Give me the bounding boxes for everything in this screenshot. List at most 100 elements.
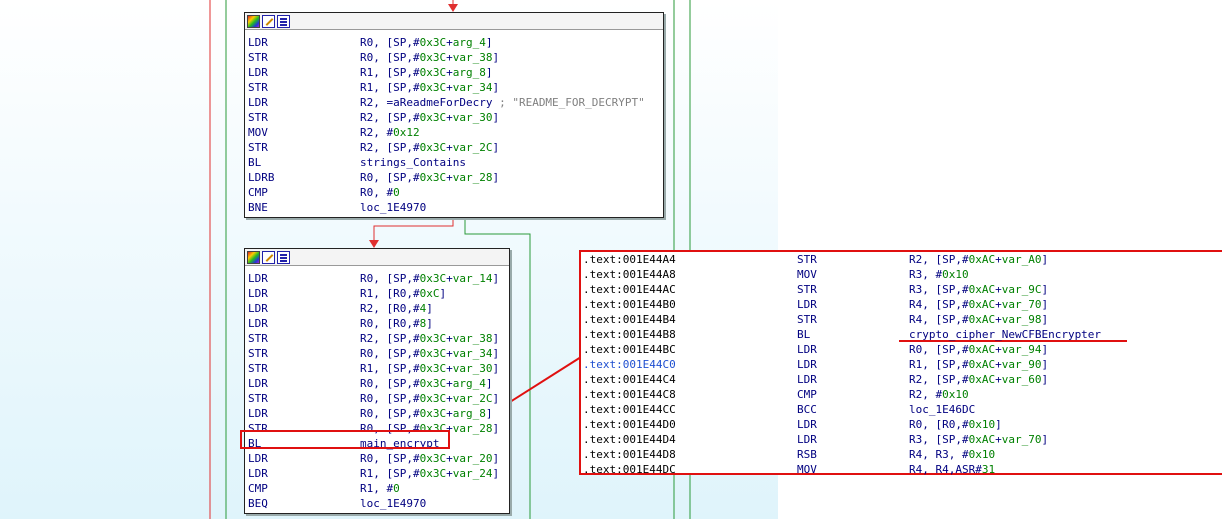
- listing-row[interactable]: .text:001E44C0 LDR R1, [SP,#0xAC+var_90]: [581, 357, 1220, 372]
- instruction-line[interactable]: LDR R2, =aReadmeForDecry ; "README_FOR_DE…: [245, 95, 663, 110]
- operand-token: ]: [492, 452, 500, 465]
- operand-token: R4, R3, #: [909, 448, 969, 461]
- instruction-line[interactable]: STR R0, [SP,#0x3C+var_38]: [245, 50, 663, 65]
- instruction-line[interactable]: LDR R0, [SP,#0x3C+var_20]: [245, 451, 509, 466]
- instruction-line[interactable]: CMP R1, #0: [245, 481, 509, 496]
- operand-token: +: [446, 332, 453, 345]
- edit-icon[interactable]: [262, 250, 275, 264]
- mnemonic: LDR: [797, 358, 817, 371]
- operand-token: ]: [492, 392, 500, 405]
- operand-token: 0x3C: [419, 111, 447, 124]
- operand-token: 0x3C: [419, 347, 447, 360]
- operand-token: var_30: [452, 362, 493, 375]
- listing-row[interactable]: .text:001E44DC MOV R4, R4,ASR#31: [581, 462, 1220, 477]
- operands: R0, [SP,#0x3C+var_28]: [360, 170, 499, 185]
- operand-token: R2, [SP,#: [909, 373, 969, 386]
- instruction-line[interactable]: CMP R0, #0: [245, 185, 663, 200]
- mnemonic: BEQ: [248, 497, 268, 510]
- instruction-line[interactable]: LDR R0, [SP,#0x3C+arg_4]: [245, 376, 509, 391]
- edit-icon[interactable]: [262, 14, 275, 28]
- operand-token: 0x3C: [419, 467, 447, 480]
- operand-token: var_9C: [1001, 283, 1042, 296]
- color-icon[interactable]: [247, 250, 260, 264]
- code-block-1[interactable]: LDR R0, [SP,#0x3C+arg_4] STR R0, [SP,#0x3C+…: [244, 12, 664, 218]
- address: .text:001E44CC: [583, 403, 676, 416]
- operand-token: ]: [492, 467, 500, 480]
- instruction-line[interactable]: LDR R0, [R0,#8]: [245, 316, 509, 331]
- graph-icon[interactable]: [277, 14, 290, 28]
- instruction-line[interactable]: LDRB R0, [SP,#0x3C+var_28]: [245, 170, 663, 185]
- operand-token: +: [995, 433, 1002, 446]
- operands: R2, =aReadmeForDecry ; "README_FOR_DECRY…: [360, 95, 645, 110]
- graph-icon[interactable]: [277, 250, 290, 264]
- listing-row[interactable]: .text:001E44C8 CMP R2, #0x10: [581, 387, 1220, 402]
- instruction-line[interactable]: LDR R0, [SP,#0x3C+arg_8]: [245, 406, 509, 421]
- listing-row[interactable]: .text:001E44A4 STR R2, [SP,#0xAC+var_A0]: [581, 252, 1220, 267]
- instruction-line[interactable]: STR R1, [SP,#0x3C+var_30]: [245, 361, 509, 376]
- operands: R2, [SP,#0xAC+var_A0]: [909, 252, 1048, 267]
- listing-row[interactable]: .text:001E44C4 LDR R2, [SP,#0xAC+var_60]: [581, 372, 1220, 387]
- operand-token: R1, [SP,#: [360, 467, 420, 480]
- listing-row[interactable]: .text:001E44A8 MOV R3, #0x10: [581, 267, 1220, 282]
- color-icon[interactable]: [247, 14, 260, 28]
- operand-token: R2, [SP,#: [360, 141, 420, 154]
- instruction-line[interactable]: STR R2, [SP,#0x3C+var_38]: [245, 331, 509, 346]
- instruction-line[interactable]: LDR R1, [SP,#0x3C+var_24]: [245, 466, 509, 481]
- listing-row[interactable]: .text:001E44D0 LDR R0, [R0,#0x10]: [581, 417, 1220, 432]
- listing-row[interactable]: .text:001E44D4 LDR R3, [SP,#0xAC+var_70]: [581, 432, 1220, 447]
- operands: strings_Contains: [360, 155, 466, 170]
- instruction-line[interactable]: BL strings_Contains: [245, 155, 663, 170]
- mnemonic: STR: [248, 332, 268, 345]
- listing-row[interactable]: .text:001E44AC STR R3, [SP,#0xAC+var_9C]: [581, 282, 1220, 297]
- operand-token: ]: [492, 51, 500, 64]
- mnemonic: BL: [797, 328, 811, 341]
- operand-token: 0x3C: [419, 51, 447, 64]
- instruction-line[interactable]: LDR R1, [SP,#0x3C+arg_8]: [245, 65, 663, 80]
- operand-token: +: [446, 171, 453, 184]
- instruction-line[interactable]: MOV R2, #0x12: [245, 125, 663, 140]
- operand-token: 0x10: [968, 448, 996, 461]
- operand-token: 0x3C: [419, 392, 447, 405]
- listing-row[interactable]: .text:001E44D8 RSB R4, R3, #0x10: [581, 447, 1220, 462]
- instruction-line[interactable]: BNE loc_1E4970: [245, 200, 663, 215]
- operand-token: R0, [SP,#: [360, 377, 420, 390]
- operands: crypto_cipher_NewCFBEncrypter: [909, 327, 1101, 342]
- operand-token: R2, #: [360, 126, 394, 139]
- operands: R0, [SP,#0x3C+arg_8]: [360, 406, 492, 421]
- instruction-line[interactable]: STR R2, [SP,#0x3C+var_30]: [245, 110, 663, 125]
- instruction-line[interactable]: LDR R1, [R0,#0xC]: [245, 286, 509, 301]
- instruction-line[interactable]: STR R1, [SP,#0x3C+var_34]: [245, 80, 663, 95]
- listing-row[interactable]: .text:001E44CC BCC loc_1E46DC: [581, 402, 1220, 417]
- operand-token: strings_Contains: [360, 156, 466, 169]
- operand-token: R0, [SP,#: [360, 407, 420, 420]
- operand-token: arg_8: [452, 407, 486, 420]
- operand-token: 0x3C: [419, 66, 447, 79]
- code-block-2[interactable]: LDR R0, [SP,#0x3C+var_14] LDR R1, [R0,#0xC]…: [244, 248, 510, 514]
- operand-token: var_34: [452, 81, 493, 94]
- mnemonic: LDR: [797, 343, 817, 356]
- listing-row[interactable]: .text:001E44BC LDR R0, [SP,#0xAC+var_94]: [581, 342, 1220, 357]
- instruction-line[interactable]: STR R0, [SP,#0x3C+var_34]: [245, 346, 509, 361]
- operand-token: ]: [485, 407, 493, 420]
- operand-token: ]: [426, 302, 433, 315]
- instruction-line[interactable]: LDR R2, [R0,#4]: [245, 301, 509, 316]
- operand-token: ]: [492, 111, 500, 124]
- instruction-line[interactable]: LDR R0, [SP,#0x3C+arg_4]: [245, 35, 663, 50]
- mnemonic: LDR: [248, 272, 268, 285]
- operand-token: var_38: [452, 332, 493, 345]
- operand-token: 0x10: [942, 388, 969, 401]
- operands: R3, [SP,#0xAC+var_9C]: [909, 282, 1048, 297]
- listing-row[interactable]: .text:001E44B8 BL crypto_cipher_NewCFBEncr…: [581, 327, 1220, 342]
- listing-row[interactable]: .text:001E44B4 STR R4, [SP,#0xAC+var_98]: [581, 312, 1220, 327]
- operand-token: R1, [R0,#: [360, 287, 420, 300]
- instruction-line[interactable]: LDR R0, [SP,#0x3C+var_14]: [245, 271, 509, 286]
- instruction-line[interactable]: STR R2, [SP,#0x3C+var_2C]: [245, 140, 663, 155]
- operand-token: arg_8: [452, 66, 486, 79]
- mnemonic: LDR: [248, 407, 268, 420]
- instruction-line[interactable]: BEQ loc_1E4970: [245, 496, 509, 511]
- listing-row[interactable]: .text:001E44B0 LDR R4, [SP,#0xAC+var_70]: [581, 297, 1220, 312]
- operand-token: 31: [981, 463, 996, 476]
- instruction-line[interactable]: STR R0, [SP,#0x3C+var_2C]: [245, 391, 509, 406]
- operand-token: R4, R4,ASR#: [909, 463, 982, 476]
- operand-token: var_70: [1001, 298, 1042, 311]
